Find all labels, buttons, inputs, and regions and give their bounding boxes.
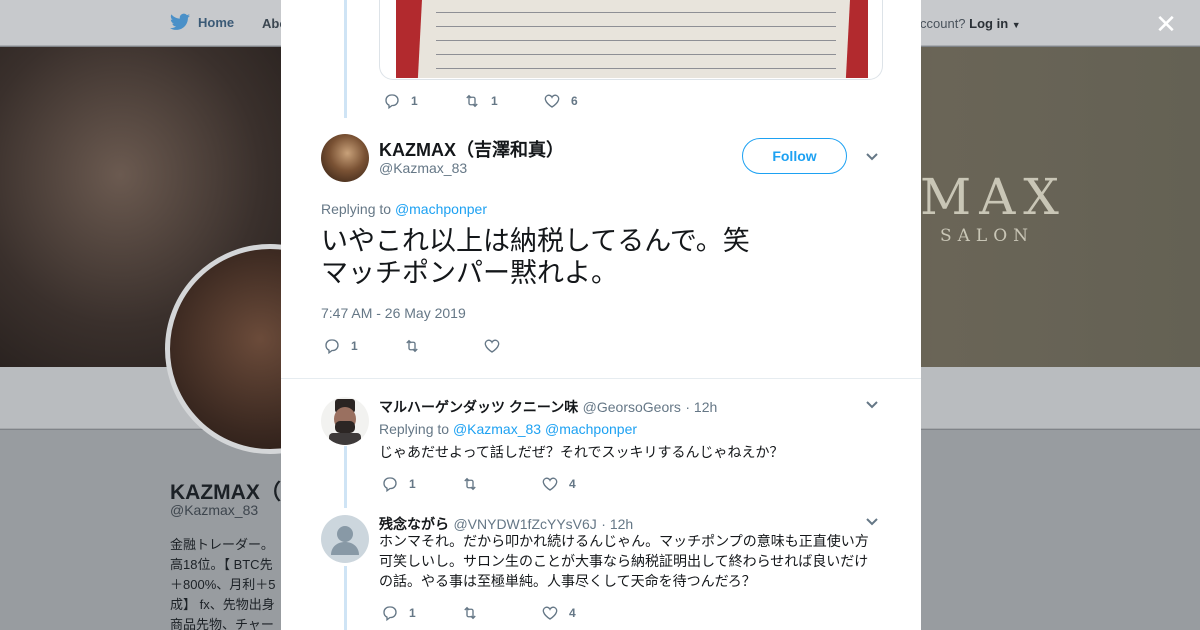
like-count: 4 [569,477,576,491]
reply-text-line: ホンマそれ。だから叩かれ続けるんじゃん。マッチポンプの意味も正直使い方 [379,534,869,550]
heart-icon [484,339,500,353]
replying-to-link[interactable]: @Kazmax_83 [453,421,541,437]
chevron-down-icon[interactable] [864,397,880,413]
twitter-bird-icon [170,13,190,30]
tweet-modal: 1 1 6 KAZMAX（吉澤和真） @Kazmax_83 Follow Rep… [281,0,921,630]
retweet-count: 1 [491,94,498,108]
reply-text: ホンマそれ。だから叩かれ続けるんじゃん。マッチポンプの意味も正直使い方 可笑しい… [379,532,874,592]
replying-prefix: Replying to [321,201,392,217]
thread-line [344,0,347,118]
like-count: 6 [571,94,578,108]
retweet-button[interactable]: 1 [463,92,543,110]
bio-line: 商品先物、チャー [170,617,274,630]
login-area: ccount? Log in ▼ [920,16,1021,31]
bio-line: 成】 fx、先物出身 [170,597,275,612]
reply-actions: 1 4 [381,475,621,493]
like-button[interactable]: 6 [543,92,623,110]
close-icon[interactable]: ✕ [1152,10,1180,38]
default-avatar-icon [331,526,359,555]
heart-icon [542,606,558,620]
reply-button[interactable]: 1 [383,92,463,110]
reply-header: 残念ながら @VNYDW1fZcYYsV6J · 12h [379,514,633,534]
reply-time[interactable]: · 12h [601,516,633,532]
main-replying-to: Replying to @machponper [321,201,487,217]
thread-line [344,566,347,630]
retweet-icon [406,339,418,353]
follow-button[interactable]: Follow [742,138,847,174]
reply-icon [385,94,399,110]
reply-author-name[interactable]: マルハーゲンダッツ クニーン味 [379,399,578,415]
login-prompt: ccount? [920,16,966,31]
retweet-button[interactable] [461,475,541,493]
retweet-icon [464,477,476,491]
caret-down-icon: ▼ [1011,20,1021,30]
reply-actions: 1 4 [381,604,621,622]
banner-logo-text: MAX [920,168,1067,226]
profile-handle: @Kazmax_83 [170,502,259,518]
previous-tweet-actions: 1 1 6 [383,92,623,110]
like-button[interactable]: 4 [541,604,621,622]
document-line [436,40,836,41]
reply-count: 1 [411,94,418,108]
reply-button[interactable]: 1 [381,604,461,622]
bio-line: ＋800%、月利＋5 [170,577,276,592]
retweet-button[interactable] [403,337,483,355]
person-photo-icon [329,399,361,445]
reply-avatar[interactable] [321,515,369,563]
divider [281,378,921,379]
chevron-down-icon[interactable] [864,514,880,530]
reply-icon [383,606,397,622]
tweet-timestamp[interactable]: 7:47 AM - 26 May 2019 [321,305,466,321]
replying-to-link[interactable]: @machponper [395,201,487,217]
author-avatar[interactable] [321,134,369,182]
previous-tweet-image[interactable] [379,0,883,80]
heart-icon [544,94,560,108]
reply-count: 1 [409,477,416,491]
document-line [436,26,836,27]
like-count: 4 [569,606,576,620]
nav-home-link[interactable]: Home [170,13,234,31]
document-line [436,12,836,13]
author-handle[interactable]: @Kazmax_83 [379,160,467,176]
chevron-down-icon[interactable] [864,149,880,165]
nav-home-label: Home [198,14,235,30]
reply-text-line: の話。やる事は至極単純。人事尽くして天命を待つんだろ？ [379,574,756,590]
reply-author-handle[interactable]: @GeorsoGeors [583,399,681,415]
reply-time[interactable]: · 12h [685,399,717,415]
reply-icon [325,339,339,355]
retweet-icon [464,606,476,620]
like-button[interactable]: 4 [541,475,621,493]
reply-avatar[interactable] [321,397,369,445]
replying-to-link[interactable]: @machponper [545,421,637,437]
retweet-icon [466,94,478,108]
bio-line: 高18位。【 BTC先 [170,557,273,572]
reply-button[interactable]: 1 [381,475,461,493]
banner-subtitle: SALON [940,226,1035,246]
bio-line: 金融トレーダー。 [170,537,274,552]
document-line [436,54,836,55]
heart-icon [542,477,558,491]
thread-line [344,446,347,508]
reply-text: じゃあだせよって話しだぜ？それでスッキリするんじゃねえか？ [379,445,784,461]
main-tweet-actions: 1 [323,337,563,355]
like-button[interactable] [483,337,563,355]
retweet-button[interactable] [461,604,541,622]
author-name[interactable]: KAZMAX（吉澤和真） [379,136,564,162]
reply-replying-to: Replying to @Kazmax_83 @machponper [379,421,637,437]
reply-author-handle[interactable]: @VNYDW1fZcYYsV6J [453,516,596,532]
tweet-text-line: いやこれ以上は納税してるんで。笑 [321,226,750,257]
reply-icon [383,477,397,493]
profile-bio: 金融トレーダー。 高18位。【 BTC先 ＋800%、月利＋5 成】 fx、先物… [170,535,282,630]
reply-text-line: 可笑しいし。サロン生のことが大事なら納税証明出して終わらせれば良いだけ [379,554,869,570]
reply-button[interactable]: 1 [323,337,403,355]
reply-header: マルハーゲンダッツ クニーン味 @GeorsoGeors · 12h [379,397,717,417]
tweet-text-line: マッチポンパー黙れよ。 [321,258,618,289]
reply-author-name[interactable]: 残念ながら [379,516,449,532]
document-line [436,68,836,69]
replying-prefix: Replying to [379,421,450,437]
reply-count: 1 [409,606,416,620]
login-link[interactable]: Log in [969,16,1008,31]
tweet-text: いやこれ以上は納税してるんで。笑 マッチポンパー黙れよ。 [321,226,881,290]
reply-count: 1 [351,339,358,353]
